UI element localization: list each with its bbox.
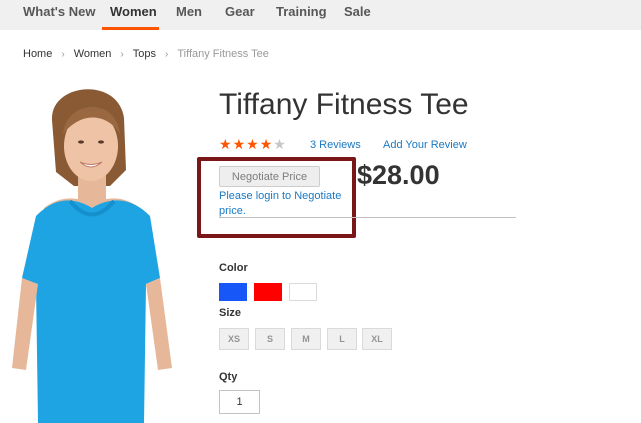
login-to-negotiate-link[interactable]: Please login to Negotiate price. — [219, 189, 347, 219]
qty-label: Qty — [219, 371, 238, 383]
breadcrumb-current: Tiffany Fitness Tee — [177, 48, 269, 60]
nav-item-training[interactable]: Training — [276, 4, 327, 19]
breadcrumb: Home › Women › Tops › Tiffany Fitness Tee — [23, 48, 269, 60]
chevron-right-icon: › — [164, 49, 169, 60]
nav-item-whats-new[interactable]: What's New — [23, 4, 95, 19]
product-price: $28.00 — [357, 160, 440, 190]
nav-item-men[interactable]: Men — [176, 4, 202, 19]
color-swatch-white[interactable] — [289, 283, 317, 301]
star-empty-icon: ★ — [273, 136, 287, 152]
add-review-link[interactable]: Add Your Review — [383, 139, 467, 151]
active-nav-indicator — [102, 27, 159, 30]
size-option-s[interactable]: S — [255, 328, 285, 350]
breadcrumb-home[interactable]: Home — [23, 48, 52, 60]
top-navigation: What's New Women Men Gear Training Sale — [0, 0, 641, 30]
product-title: Tiffany Fitness Tee — [219, 88, 469, 121]
size-option-xs[interactable]: XS — [219, 328, 249, 350]
size-option-xl[interactable]: XL — [362, 328, 392, 350]
breadcrumb-women[interactable]: Women — [74, 48, 112, 60]
negotiate-price-button[interactable]: Negotiate Price — [219, 166, 320, 187]
star-half-icon: ★ — [259, 136, 274, 152]
divider — [219, 217, 516, 218]
color-swatch-red[interactable] — [254, 283, 282, 301]
star-filled-icon: ★ — [219, 136, 233, 152]
star-filled-icon: ★ — [232, 136, 247, 152]
reviews-link[interactable]: 3 Reviews — [310, 139, 361, 151]
product-image[interactable] — [0, 78, 200, 423]
breadcrumb-tops[interactable]: Tops — [133, 48, 156, 60]
color-swatch-blue[interactable] — [219, 283, 247, 301]
nav-item-sale[interactable]: Sale — [344, 4, 371, 19]
nav-item-gear[interactable]: Gear — [225, 4, 255, 19]
size-label: Size — [219, 307, 242, 319]
model-photo — [0, 78, 200, 423]
size-option-l[interactable]: L — [327, 328, 357, 350]
rating-stars: ★★★★★ — [219, 137, 287, 151]
size-option-m[interactable]: M — [291, 328, 321, 350]
qty-input[interactable] — [219, 390, 260, 414]
nav-item-women[interactable]: Women — [110, 4, 157, 19]
chevron-right-icon: › — [120, 49, 124, 60]
star-filled-icon: ★ — [246, 136, 260, 152]
color-label: Color — [219, 262, 248, 274]
chevron-right-icon: › — [61, 49, 65, 60]
